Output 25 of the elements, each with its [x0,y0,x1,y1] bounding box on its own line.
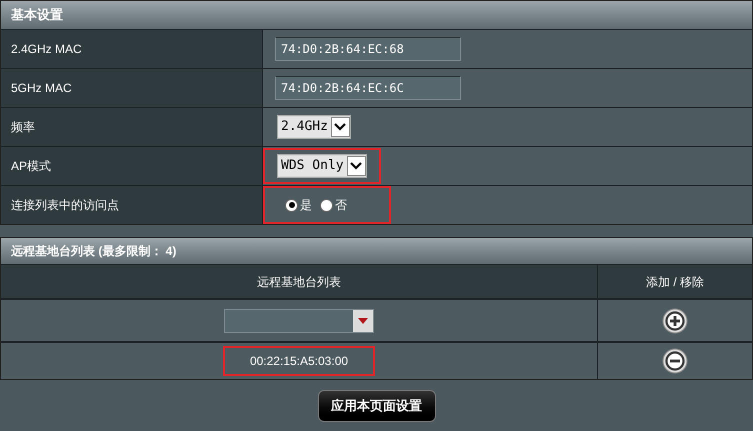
setting-label: 频率 [11,119,35,136]
add-icon[interactable] [662,308,688,334]
setting-label: 5GHz MAC [11,80,72,97]
apply-button[interactable]: 应用本页面设置 [318,390,436,422]
caret-icon [334,123,346,131]
radio-button[interactable] [320,198,333,212]
setting-label: AP模式 [11,158,52,175]
dropdown[interactable]: 2.4GHz [277,115,351,139]
caret-icon [350,162,362,170]
column-header: 远程基地台列表 [257,274,341,290]
setting-label: 连接列表中的访问点 [11,197,119,214]
dropdown[interactable]: WDS Only [277,154,367,178]
section-header: 远程基地台列表 (最多限制： 4) [1,238,752,264]
mac-dropdown[interactable] [224,308,374,332]
column-header: 添加 / 移除 [646,274,704,290]
radio-label: 否 [335,197,347,214]
mac-field[interactable]: 74:D0:2B:64:EC:68 [275,37,461,61]
mac-address: 00:22:15:A5:03:00 [250,353,348,370]
radio-label: 是 [300,197,312,214]
setting-label: 2.4GHz MAC [11,41,82,58]
radio-button[interactable] [285,198,298,212]
section-header: 基本设置 [1,1,752,29]
caret-icon [358,318,368,324]
remove-icon[interactable] [662,348,688,374]
mac-field[interactable]: 74:D0:2B:64:EC:6C [275,76,461,100]
